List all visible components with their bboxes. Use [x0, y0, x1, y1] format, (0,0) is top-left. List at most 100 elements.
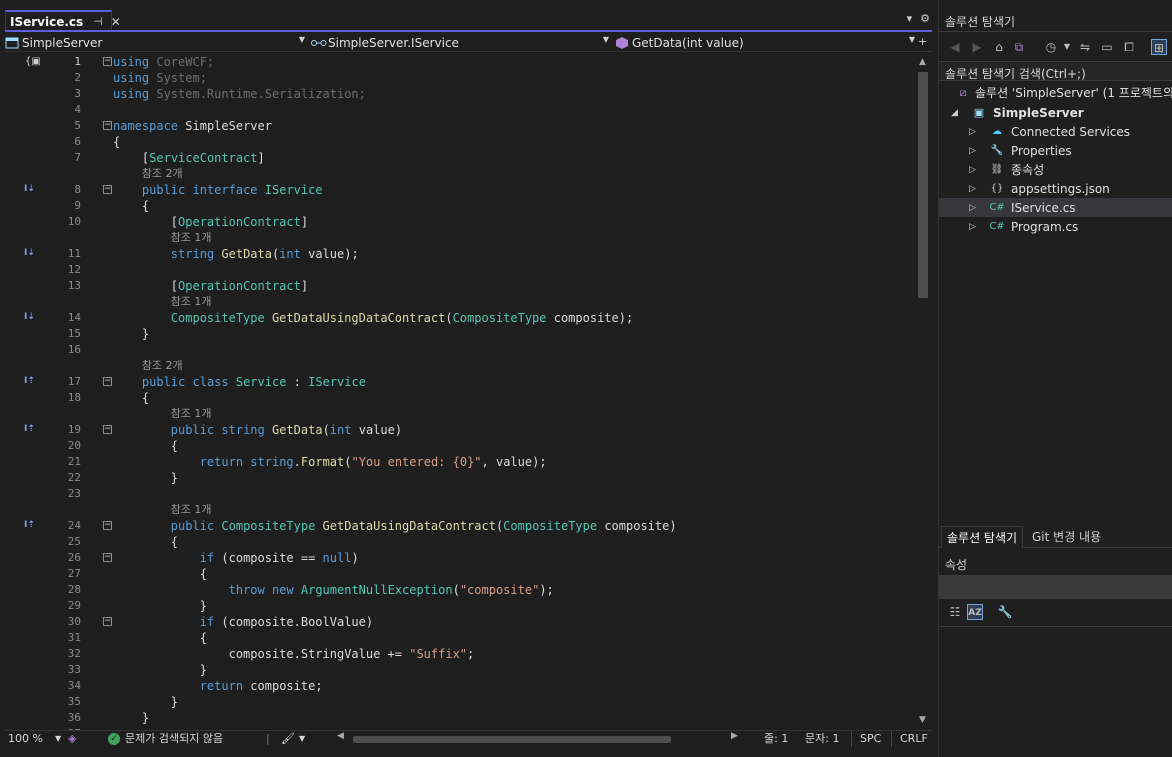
code-line[interactable]: }	[113, 326, 149, 342]
collapse-toggle-icon[interactable]: −	[103, 57, 112, 66]
collapse-toggle-icon[interactable]: −	[103, 185, 112, 194]
code-line[interactable]: public interface IService	[113, 182, 323, 198]
horizontal-scroll-thumb[interactable]	[353, 736, 671, 743]
tree-item[interactable]: ▷ ⛓ 종속성	[939, 160, 1172, 179]
line-indicator[interactable]: 줄: 1	[764, 731, 788, 747]
codelens-references[interactable]: 참조 1개	[113, 294, 212, 310]
code-line[interactable]: public string GetData(int value)	[113, 422, 402, 438]
sync-icon[interactable]: ⇋	[1077, 39, 1093, 55]
tree-item[interactable]: ▷ C# IService.cs	[939, 198, 1172, 217]
collapse-toggle-icon[interactable]: −	[103, 553, 112, 562]
expanded-arrow-icon[interactable]: ◢	[951, 108, 958, 118]
tab-list-dropdown-icon[interactable]: ▾	[907, 12, 913, 25]
chevron-down-icon[interactable]: ▼	[1059, 39, 1075, 55]
implementation-glyph-icon[interactable]: I⇡	[24, 424, 35, 434]
collapse-toggle-icon[interactable]: −	[103, 617, 112, 626]
collapse-toggle-icon[interactable]: −	[103, 521, 112, 530]
column-indicator[interactable]: 문자: 1	[805, 731, 839, 747]
tab-git-changes[interactable]: Git 변경 내용	[1027, 526, 1106, 548]
implementation-glyph-icon[interactable]: I⇣	[24, 312, 35, 322]
quick-actions-icon[interactable]: {▣	[25, 56, 41, 67]
codelens-references[interactable]: 참조 1개	[113, 502, 212, 518]
issues-status[interactable]: 문제가 검색되지 않음	[125, 731, 223, 747]
pin-icon[interactable]: ⊣	[93, 15, 103, 28]
tab-iservice-cs[interactable]: IService.cs ⊣ ✕	[5, 10, 121, 31]
code-line[interactable]: }	[113, 710, 149, 726]
close-icon[interactable]: ✕	[111, 15, 121, 29]
implementation-glyph-icon[interactable]: I⇡	[24, 376, 35, 386]
collapsed-arrow-icon[interactable]: ▷	[969, 203, 976, 213]
code-line[interactable]: public class Service : IService	[113, 374, 366, 390]
implementation-glyph-icon[interactable]: I⇣	[24, 184, 35, 194]
type-dropdown[interactable]: SimpleServer.IService ▼	[311, 33, 611, 52]
tree-item[interactable]: ▷ {} appsettings.json	[939, 179, 1172, 198]
collapsed-arrow-icon[interactable]: ▷	[969, 184, 976, 194]
property-pages-icon[interactable]: 🔧	[997, 604, 1013, 620]
code-line[interactable]: {	[113, 198, 149, 214]
code-line[interactable]: {	[113, 630, 207, 646]
code-line[interactable]: namespace SimpleServer	[113, 118, 272, 134]
chevron-down-icon[interactable]: ▼	[299, 731, 305, 747]
split-icon[interactable]: +	[918, 35, 927, 48]
code-line[interactable]: return string.Format("You entered: {0}",…	[113, 454, 547, 470]
code-line[interactable]: [OperationContract]	[113, 278, 308, 294]
scroll-right-icon[interactable]: ▶	[731, 731, 738, 741]
collapse-toggle-icon[interactable]: −	[103, 425, 112, 434]
scroll-left-icon[interactable]: ◀	[337, 731, 344, 741]
zoom-level[interactable]: 100 %	[8, 731, 43, 747]
collapse-toggle-icon[interactable]: −	[103, 377, 112, 386]
horizontal-scrollbar[interactable]: ◀ ▶	[337, 731, 741, 744]
gear-icon[interactable]: ⚙	[920, 12, 930, 25]
collapsed-arrow-icon[interactable]: ▷	[969, 222, 976, 232]
implementation-glyph-icon[interactable]: I⇣	[24, 248, 35, 258]
code-line[interactable]: if (composite.BoolValue)	[113, 614, 373, 630]
categorized-icon[interactable]: ☷	[947, 604, 963, 620]
collapse-all-icon[interactable]: ▭	[1099, 39, 1115, 55]
forward-icon[interactable]: ▶	[969, 39, 985, 55]
tree-item-project[interactable]: ◢ ▣ SimpleServer	[939, 103, 1172, 122]
code-line[interactable]: return composite;	[113, 678, 323, 694]
switch-views-icon[interactable]: ⧉	[1011, 39, 1027, 55]
tab-solution-explorer[interactable]: 솔루션 탐색기	[941, 526, 1024, 548]
project-dropdown[interactable]: SimpleServer ▼	[5, 33, 307, 52]
vertical-scrollbar[interactable]: ▲ ▼	[914, 55, 932, 730]
show-all-files-icon[interactable]: ⧠	[1121, 39, 1137, 55]
code-line[interactable]: {	[113, 566, 207, 582]
tree-item[interactable]: ▷ ☁ Connected Services	[939, 122, 1172, 141]
intellicode-icon[interactable]: ◈	[68, 731, 76, 747]
brush-icon[interactable]: 🖌	[281, 731, 295, 747]
collapsed-arrow-icon[interactable]: ▷	[969, 127, 976, 137]
code-line[interactable]: {	[113, 134, 120, 150]
code-line[interactable]: public CompositeType GetDataUsingDataCon…	[113, 518, 677, 534]
codelens-references[interactable]: 참조 1개	[113, 406, 212, 422]
properties-object-selector[interactable]	[939, 575, 1172, 599]
code-line[interactable]: }	[113, 694, 178, 710]
code-line[interactable]: if (composite == null)	[113, 550, 359, 566]
home-icon[interactable]: ⌂	[991, 39, 1007, 55]
scroll-up-icon[interactable]: ▲	[919, 57, 926, 67]
code-line[interactable]: {	[113, 390, 149, 406]
line-ending-indicator[interactable]: CRLF	[891, 731, 928, 747]
tree-item[interactable]: ▷ C# Program.cs	[939, 217, 1172, 236]
pending-changes-filter-icon[interactable]: ◷	[1043, 39, 1059, 55]
code-line[interactable]: using CoreWCF;	[113, 54, 214, 70]
code-line[interactable]: [ServiceContract]	[113, 150, 265, 166]
scroll-down-icon[interactable]: ▼	[919, 715, 926, 725]
tree-item[interactable]: ▷ 🔧 Properties	[939, 141, 1172, 160]
back-icon[interactable]: ◀	[947, 39, 963, 55]
code-line[interactable]: }	[113, 598, 207, 614]
code-line[interactable]: {	[113, 438, 178, 454]
collapsed-arrow-icon[interactable]: ▷	[969, 146, 976, 156]
implementation-glyph-icon[interactable]: I⇡	[24, 520, 35, 530]
code-line[interactable]: }	[113, 470, 178, 486]
whitespace-indicator[interactable]: SPC	[851, 731, 881, 747]
codelens-references[interactable]: 참조 2개	[113, 166, 183, 182]
code-line[interactable]: throw new ArgumentNullException("composi…	[113, 582, 554, 598]
chevron-down-icon[interactable]: ▼	[55, 731, 61, 747]
solution-search-input[interactable]: 솔루션 탐색기 검색(Ctrl+;)	[939, 61, 1172, 81]
code-line[interactable]: }	[113, 662, 207, 678]
code-line[interactable]: using System;	[113, 70, 207, 86]
scroll-thumb[interactable]	[918, 72, 928, 298]
code-line[interactable]: {	[113, 534, 178, 550]
preview-selected-icon[interactable]: ⊞	[1151, 39, 1167, 55]
